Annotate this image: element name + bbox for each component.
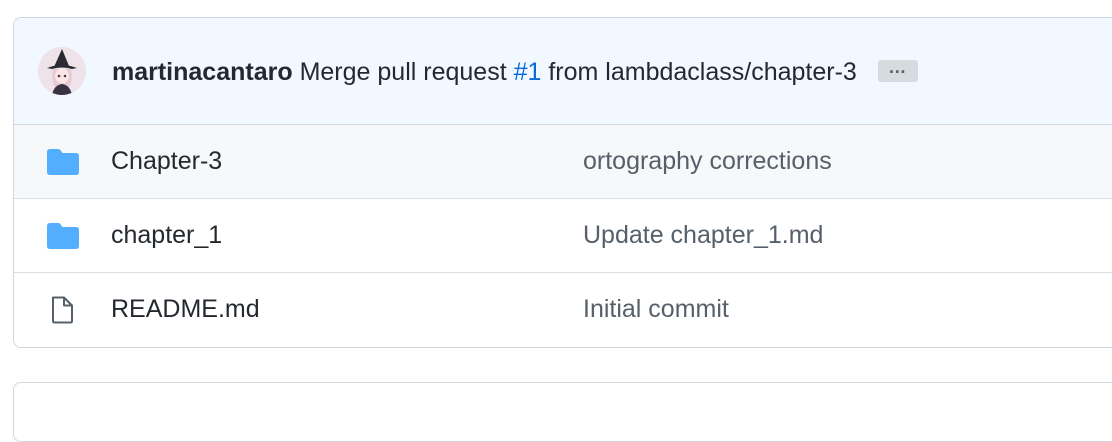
file-row[interactable]: Chapter-3 ortography corrections — [14, 125, 1112, 199]
commit-message-suffix[interactable]: from lambdaclass/chapter-3 — [548, 58, 856, 86]
readme-panel — [13, 382, 1112, 442]
file-commit-message[interactable]: Update chapter_1.md — [583, 220, 823, 250]
commit-message-line: martinacantaro Merge pull request #1 fro… — [112, 57, 918, 87]
avatar[interactable] — [38, 47, 86, 95]
file-browser: martinacantaro Merge pull request #1 fro… — [13, 17, 1112, 348]
file-row[interactable]: chapter_1 Update chapter_1.md — [14, 199, 1112, 273]
pull-request-link[interactable]: #1 — [514, 58, 542, 86]
file-name[interactable]: README.md — [111, 294, 260, 324]
commit-message-prefix[interactable]: Merge pull request — [300, 58, 507, 86]
file-name[interactable]: chapter_1 — [111, 220, 222, 250]
file-name[interactable]: Chapter-3 — [111, 146, 222, 176]
folder-icon — [46, 148, 80, 176]
file-icon — [46, 296, 80, 324]
file-commit-message[interactable]: Initial commit — [583, 294, 729, 324]
file-commit-message[interactable]: ortography corrections — [583, 146, 832, 176]
file-row[interactable]: README.md Initial commit — [14, 273, 1112, 347]
expand-commit-message-button[interactable]: … — [877, 58, 918, 83]
commit-author[interactable]: martinacantaro — [112, 58, 293, 86]
folder-icon — [46, 222, 80, 250]
latest-commit-bar: martinacantaro Merge pull request #1 fro… — [14, 18, 1112, 125]
